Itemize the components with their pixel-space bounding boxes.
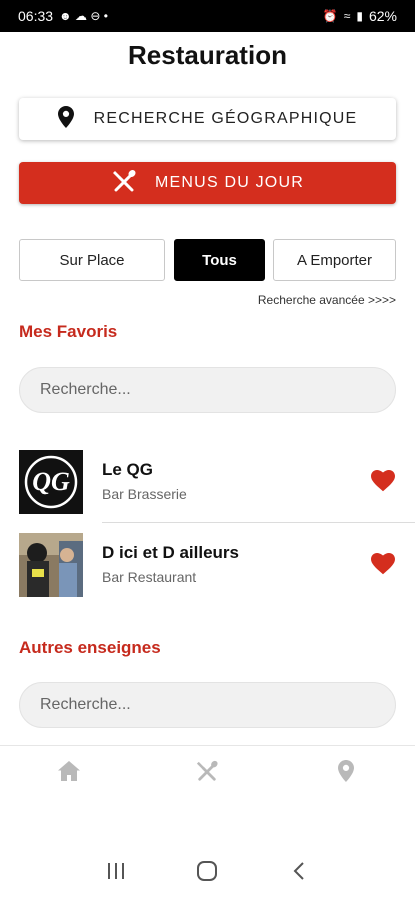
favorites-search-input[interactable] (40, 381, 375, 399)
back-button[interactable] (279, 853, 319, 893)
filter-sur-place[interactable]: Sur Place (19, 239, 165, 281)
filter-a-emporter[interactable]: A Emporter (273, 239, 396, 281)
recents-button[interactable] (96, 853, 136, 893)
other-shops-search[interactable] (19, 682, 396, 728)
favorite-name: Le QG (102, 460, 154, 479)
fork-knife-icon (111, 169, 137, 198)
other-shops-search-input[interactable] (40, 696, 375, 714)
battery-level: 62% (368, 8, 397, 24)
menus-du-jour-button[interactable]: MENUS DU JOUR (19, 162, 396, 204)
geo-search-button[interactable]: RECHERCHE GÉOGRAPHIQUE (19, 98, 396, 140)
map-pin-icon (337, 760, 354, 787)
geo-search-label: RECHERCHE GÉOGRAPHIQUE (93, 110, 358, 127)
status-time: 06:33 (18, 8, 54, 24)
favorite-type: Bar Restaurant (102, 569, 197, 585)
page-title: Restauration (128, 40, 287, 70)
filter-tous[interactable]: Tous (174, 239, 265, 281)
system-home-button[interactable] (187, 853, 227, 893)
favorite-name: D ici et D ailleurs (102, 543, 239, 562)
back-icon (293, 861, 305, 886)
favorite-item-le-qg[interactable]: QG Le QG Bar Brasserie (0, 448, 415, 520)
favorite-type: Bar Brasserie (102, 486, 187, 502)
heart-icon[interactable] (371, 553, 395, 580)
recents-icon (106, 862, 126, 885)
system-nav-bar (0, 846, 415, 900)
other-shops-title: Autres enseignes (19, 638, 161, 657)
heart-icon[interactable] (371, 470, 395, 497)
wifi-icon: ≈ (343, 9, 351, 23)
favorite-item-d-ici-et-d-ailleurs[interactable]: D ici et D ailleurs Bar Restaurant (0, 531, 415, 603)
fork-knife-icon (195, 760, 219, 787)
menus-du-jour-label: MENUS DU JOUR (155, 174, 304, 191)
divider (102, 522, 415, 523)
home-circle-icon (196, 860, 218, 887)
bottom-nav (0, 745, 415, 801)
le-qg-logo: QG (19, 450, 83, 514)
status-bar: 06:33 ☻ ☁ ⊖ • ⏰ ≈ ▮ 62% (0, 0, 415, 32)
favorites-title: Mes Favoris (19, 322, 118, 341)
svg-text:QG: QG (32, 467, 70, 496)
map-pin-icon (57, 105, 74, 133)
home-icon (58, 761, 81, 786)
nav-tab-home[interactable] (0, 746, 138, 801)
advanced-search-link[interactable]: Recherche avancée >>>> (258, 293, 396, 307)
notification-icons: ☻ ☁ ⊖ • (59, 9, 108, 23)
signal-icon: ▮ (356, 9, 363, 23)
alarm-icon: ⏰ (322, 9, 338, 23)
favorites-search[interactable] (19, 367, 396, 413)
nav-tab-map[interactable] (277, 746, 415, 801)
d-ici-et-d-ailleurs-photo (19, 533, 83, 597)
nav-tab-restaurants[interactable] (138, 746, 276, 801)
